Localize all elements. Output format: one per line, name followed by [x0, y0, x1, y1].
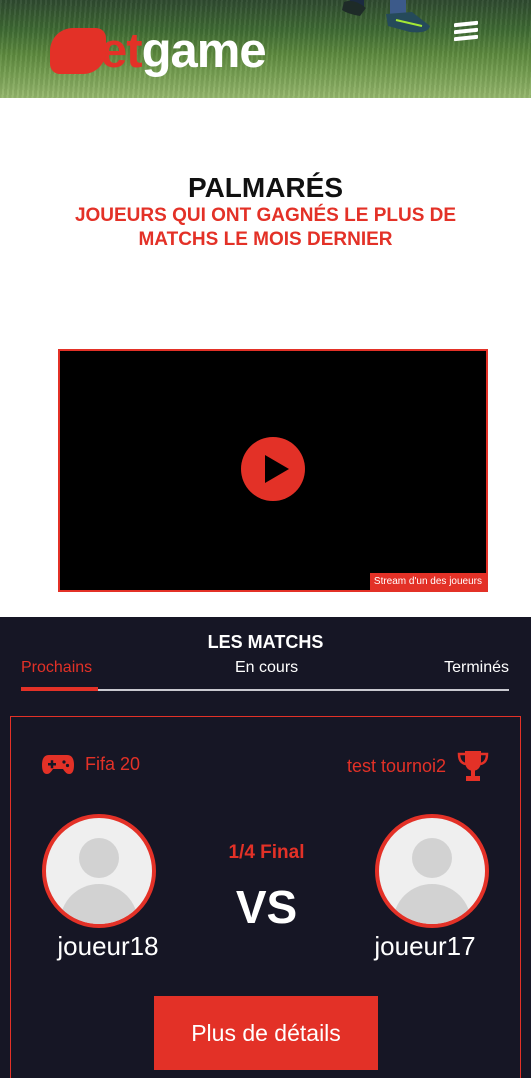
logo-text-red: et	[100, 23, 143, 78]
video-caption: Stream d'un des joueurs	[369, 573, 486, 590]
game-label: Fifa 20	[41, 753, 140, 775]
player1-name: joueur18	[57, 931, 159, 961]
tournament-name: test tournoi2	[346, 755, 446, 776]
trophy-icon	[457, 751, 489, 781]
active-tab-indicator	[21, 687, 98, 691]
header-banner: etgame	[0, 0, 531, 98]
gamepad-icon	[42, 755, 74, 774]
player-legs-image	[342, 0, 430, 33]
game-name: Fifa 20	[85, 753, 141, 774]
betgame-logo[interactable]: etgame	[50, 22, 267, 80]
matches-title: LES MATCHS	[207, 632, 324, 652]
matches-section: LES MATCHS Prochains En cours Terminés F…	[0, 617, 531, 1078]
logo-b-badge	[50, 28, 106, 74]
palmares-subtitle: JOUEURS QUI ONT GAGNÉS LE PLUS DE MATCHS…	[74, 205, 457, 250]
palmares-title: PALMARÉS	[187, 172, 344, 203]
match-round: 1/4 Final	[228, 842, 305, 863]
matches-tabs: Prochains En cours Terminés	[21, 659, 509, 691]
match-card: Fifa 20 test tournoi2 1/4 Final VS joueu…	[10, 716, 521, 1078]
tab-termines[interactable]: Terminés	[444, 659, 509, 677]
logo-text-white: game	[141, 23, 267, 78]
versus-label: VS	[235, 881, 298, 933]
details-button[interactable]: Plus de détails	[154, 996, 378, 1070]
tournament-label: test tournoi2	[347, 749, 490, 783]
play-icon[interactable]	[241, 437, 305, 501]
tab-prochains[interactable]: Prochains	[21, 659, 92, 677]
video-player[interactable]: Stream d'un des joueurs	[58, 349, 488, 592]
player2-name: joueur17	[374, 931, 476, 961]
tab-en-cours[interactable]: En cours	[235, 659, 298, 677]
hamburger-menu-icon[interactable]	[454, 20, 478, 42]
